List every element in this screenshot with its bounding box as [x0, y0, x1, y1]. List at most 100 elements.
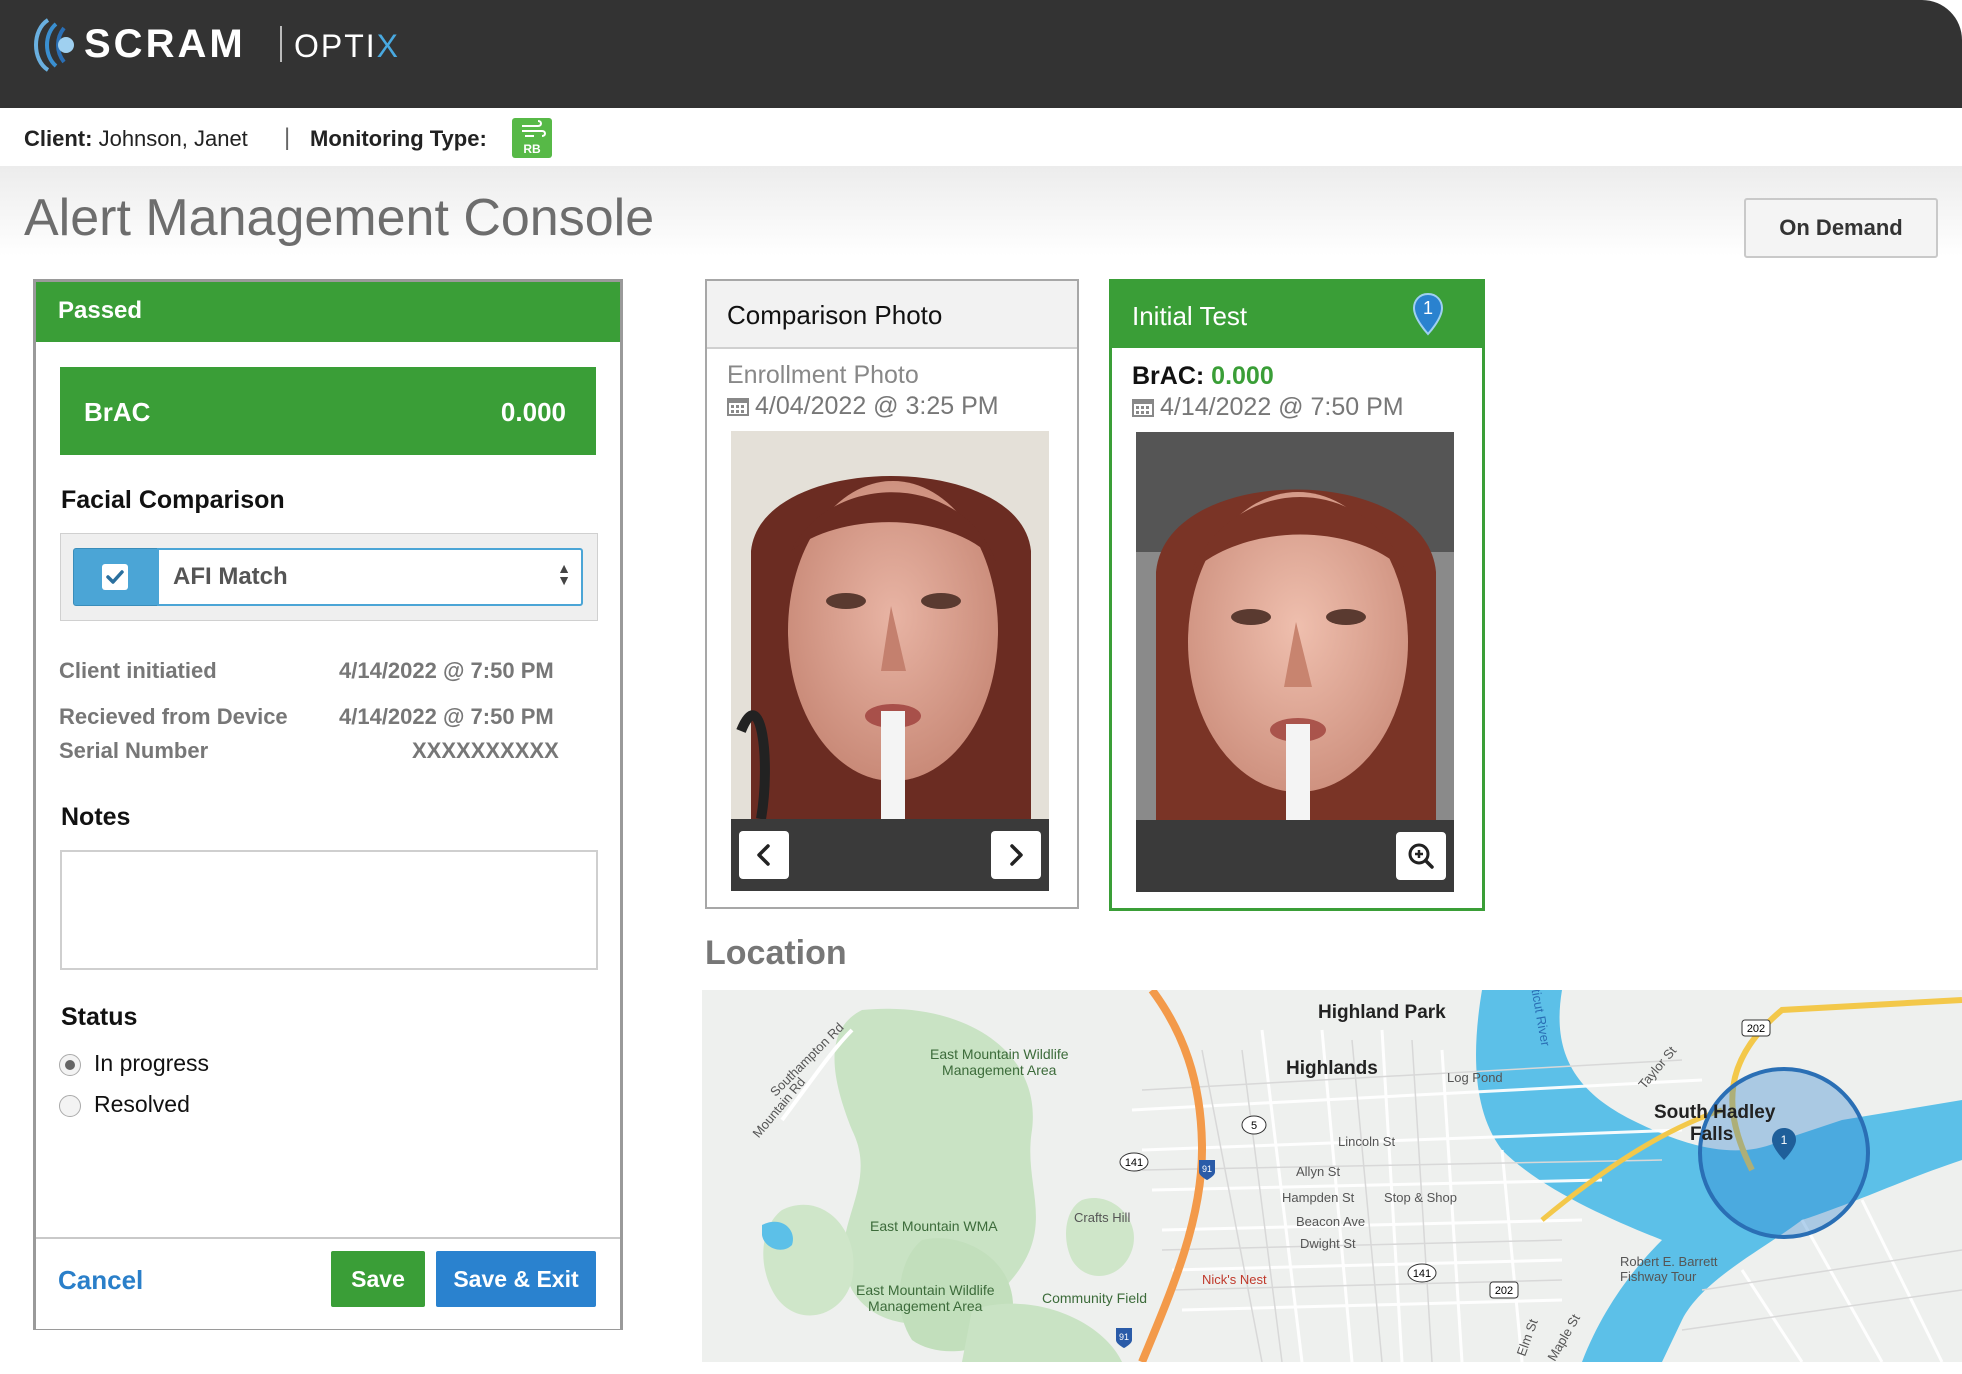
map-label-nicks-nest: Nick's Nest	[1202, 1272, 1267, 1287]
map-label-community-field: Community Field	[1042, 1290, 1148, 1306]
route-141-shield-b: 141	[1413, 1268, 1431, 1280]
product-name-suffix: X	[376, 28, 401, 64]
top-bar: SCRAM OPTIX	[0, 0, 1962, 108]
map-label-allyn-st: Allyn St	[1296, 1164, 1341, 1179]
initial-test-face-image	[1136, 432, 1454, 820]
zoom-photo-button[interactable]	[1396, 832, 1446, 880]
checkbox-box	[102, 564, 128, 590]
meta-value-serial: XXXXXXXXXX	[412, 738, 559, 763]
notes-textarea[interactable]	[60, 850, 598, 970]
scram-logo-icon	[34, 18, 74, 72]
afi-checkbox[interactable]	[73, 548, 159, 606]
map-label-dwight-st: Dwight St	[1300, 1236, 1356, 1251]
facial-comparison-heading: Facial Comparison	[61, 486, 285, 514]
monitoring-type-label: Monitoring Type:	[310, 126, 487, 151]
map-label-wildlife-area-top-line1: East Mountain Wildlife	[930, 1046, 1069, 1062]
brac-result: BrAC 0.000	[60, 367, 596, 455]
map-label-lincoln-st: Lincoln St	[1338, 1134, 1396, 1149]
interstate-91-shield-a: 91	[1202, 1164, 1212, 1174]
client-bar-separator: |	[284, 124, 291, 151]
meta-label-client-initiated: Client initiatied	[59, 658, 217, 683]
map-label-barrett-line1: Robert E. Barrett	[1620, 1254, 1718, 1269]
pin-number: 1	[1423, 298, 1433, 318]
map-label-highlands: Highlands	[1286, 1058, 1378, 1079]
map-label-stop-shop: Stop & Shop	[1384, 1190, 1457, 1205]
map-label-beacon-ave: Beacon Ave	[1296, 1214, 1366, 1229]
status-heading: Status	[61, 1003, 138, 1031]
map-label-wildlife-area-top: East Mountain Wildlife Management Area	[930, 1046, 1069, 1078]
brac-value: 0.000	[500, 397, 566, 427]
status-label-in-progress[interactable]: In progress	[94, 1050, 209, 1077]
client-info: Client: Johnson, Janet	[24, 126, 248, 152]
facial-comparison-selected-value: AFI Match	[173, 563, 288, 590]
enrollment-photo-viewer	[731, 431, 1049, 891]
location-pin-icon: 1	[1412, 292, 1444, 336]
alert-status-header: Passed	[36, 282, 620, 342]
alert-status-label: Passed	[58, 297, 143, 324]
save-exit-button[interactable]: Save & Exit	[436, 1251, 596, 1307]
initial-test-brac: BrAC: 0.000	[1132, 362, 1274, 391]
calendar-icon	[1132, 399, 1154, 417]
chevron-left-icon	[757, 844, 770, 866]
client-label: Client:	[24, 126, 93, 151]
initial-test-brac-value: 0.000	[1211, 362, 1274, 390]
meta-label-serial: Serial Number	[59, 738, 209, 763]
route-5-shield: 5	[1251, 1120, 1257, 1132]
map-label-crafts-hill: Crafts Hill	[1074, 1210, 1131, 1225]
initial-test-header: Initial Test 1	[1112, 282, 1482, 348]
meta-value-client-initiated: 4/14/2022 @ 7:50 PM	[339, 658, 554, 683]
facial-comparison-select[interactable]: AFI Match ▲ ▼	[157, 548, 583, 606]
alert-panel-footer: Cancel Save Save & Exit	[36, 1237, 620, 1329]
route-202-shield-b: 202	[1495, 1285, 1513, 1297]
client-bar: Client: Johnson, Janet | Monitoring Type…	[0, 108, 1962, 166]
status-radio-in-progress[interactable]	[59, 1054, 81, 1076]
location-heading: Location	[705, 934, 847, 972]
status-label-resolved[interactable]: Resolved	[94, 1091, 190, 1118]
initial-test-datetime: 4/14/2022 @ 7:50 PM	[1160, 393, 1404, 421]
select-arrows-icon: ▲ ▼	[557, 560, 571, 588]
map-label-barrett-line2: Fishway Tour	[1620, 1269, 1697, 1284]
map-label-highland-park: Highland Park	[1318, 1002, 1446, 1023]
map-label-barrett-fishway: Robert E. Barrett Fishway Tour	[1620, 1254, 1718, 1284]
next-photo-button[interactable]	[991, 831, 1041, 879]
previous-photo-button[interactable]	[739, 831, 789, 879]
comparison-card-title: Comparison Photo	[727, 300, 943, 330]
alert-panel: Passed BrAC 0.000 Facial Comparison AFI …	[33, 279, 623, 1330]
brand-divider	[280, 26, 282, 62]
map-label-hampden-st: Hampden St	[1282, 1190, 1355, 1205]
enrollment-face-image	[731, 431, 1049, 819]
status-radio-resolved[interactable]	[59, 1095, 81, 1117]
chevron-right-icon	[1010, 844, 1023, 866]
product-name-prefix: OPTI	[294, 28, 377, 64]
map-label-wildlife-area-bottom-line2: Management Area	[868, 1298, 983, 1314]
initial-test-card: Initial Test 1 BrAC: 0.000 4/14/2022 @ 7…	[1109, 279, 1485, 911]
page-title: Alert Management Console	[24, 189, 655, 247]
monitoring-type-code: RB	[523, 142, 541, 156]
initial-test-date: 4/14/2022 @ 7:50 PM	[1132, 393, 1404, 422]
initial-test-title: Initial Test	[1132, 301, 1248, 331]
map-label-log-pond: Log Pond	[1447, 1070, 1503, 1085]
save-button[interactable]: Save	[331, 1251, 425, 1307]
cancel-link[interactable]: Cancel	[58, 1265, 143, 1296]
product-name: OPTIX	[294, 28, 400, 65]
initial-test-brac-label: BrAC:	[1132, 362, 1205, 390]
on-demand-button[interactable]: On Demand	[1744, 198, 1938, 258]
enrollment-photo-label: Enrollment Photo	[727, 361, 919, 389]
facial-comparison-control: AFI Match ▲ ▼	[60, 533, 598, 621]
map-label-east-mountain-wma: East Mountain WMA	[870, 1218, 998, 1234]
map-marker-number: 1	[1781, 1133, 1788, 1147]
map-label-wildlife-area-bottom-line1: East Mountain Wildlife	[856, 1282, 995, 1298]
location-map[interactable]: 1 141 141 5 202 202 91 91 Highland Park …	[702, 990, 1962, 1362]
initial-test-photo-viewer	[1136, 432, 1454, 892]
interstate-91-shield-b: 91	[1119, 1332, 1129, 1342]
monitoring-type-badge: RB	[512, 118, 552, 158]
meta-value-received: 4/14/2022 @ 7:50 PM	[339, 704, 554, 729]
brac-label: BrAC	[84, 397, 151, 427]
map-label-wildlife-area-bottom: East Mountain Wildlife Management Area	[856, 1282, 995, 1314]
route-202-shield-a: 202	[1747, 1023, 1765, 1035]
map-label-falls: Falls	[1690, 1124, 1734, 1145]
map-label-south-hadley: South Hadley	[1654, 1102, 1776, 1123]
brand-name: SCRAM	[84, 22, 246, 66]
route-141-shield-a: 141	[1125, 1157, 1143, 1169]
checkmark-icon	[106, 570, 124, 584]
